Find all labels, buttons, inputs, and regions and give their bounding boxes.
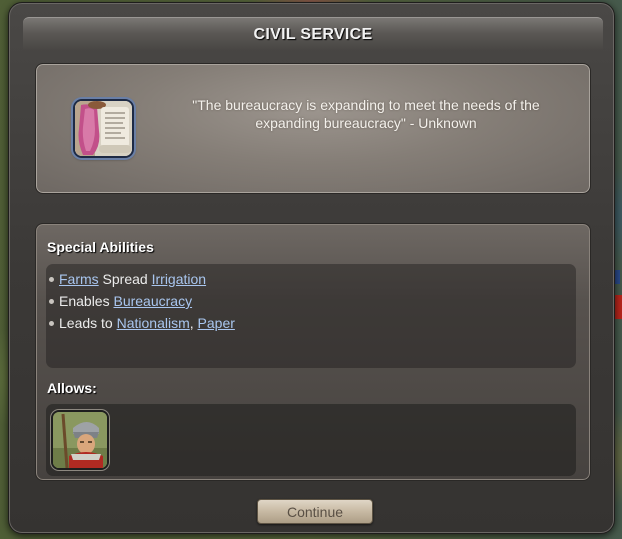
ability-text: , [189, 315, 198, 331]
tech-discovered-dialog: CIVIL SERVICE "The bureaucracy is expand… [8, 2, 615, 534]
dialog-title-bar: CIVIL SERVICE [23, 17, 603, 51]
dialog-title: CIVIL SERVICE [253, 25, 373, 43]
abilities-panel: Special Abilities Farms Spread Irrigatio… [35, 223, 591, 481]
link-farms[interactable]: Farms [59, 271, 99, 287]
allows-heading: Allows: [47, 380, 97, 396]
map-flag-marker [614, 295, 622, 319]
link-irrigation[interactable]: Irrigation [152, 271, 206, 287]
ability-line: Enables Bureaucracy [48, 290, 576, 312]
ability-line: Leads to Nationalism , Paper [48, 312, 576, 334]
link-paper[interactable]: Paper [198, 315, 235, 331]
link-nationalism[interactable]: Nationalism [117, 315, 190, 331]
ability-text: Enables [59, 293, 114, 309]
bullet-icon [49, 320, 54, 326]
civil-service-scroll-icon [73, 99, 134, 158]
bullet-icon [49, 276, 54, 282]
allows-units-area [46, 404, 576, 476]
quote-panel: "The bureaucracy is expanding to meet th… [35, 63, 591, 194]
tech-quote: "The bureaucracy is expanding to meet th… [192, 97, 540, 131]
bullet-icon [49, 298, 54, 304]
ability-line: Farms Spread Irrigation [48, 268, 576, 290]
link-bureaucracy[interactable]: Bureaucracy [113, 293, 192, 309]
special-abilities-heading: Special Abilities [47, 239, 154, 255]
special-abilities-list: Farms Spread Irrigation Enables Bureaucr… [46, 264, 576, 368]
pikeman-unit-icon[interactable] [51, 410, 109, 470]
continue-button[interactable]: Continue [257, 499, 373, 524]
ability-text: Leads to [59, 315, 117, 331]
ability-text: Spread [98, 271, 152, 287]
